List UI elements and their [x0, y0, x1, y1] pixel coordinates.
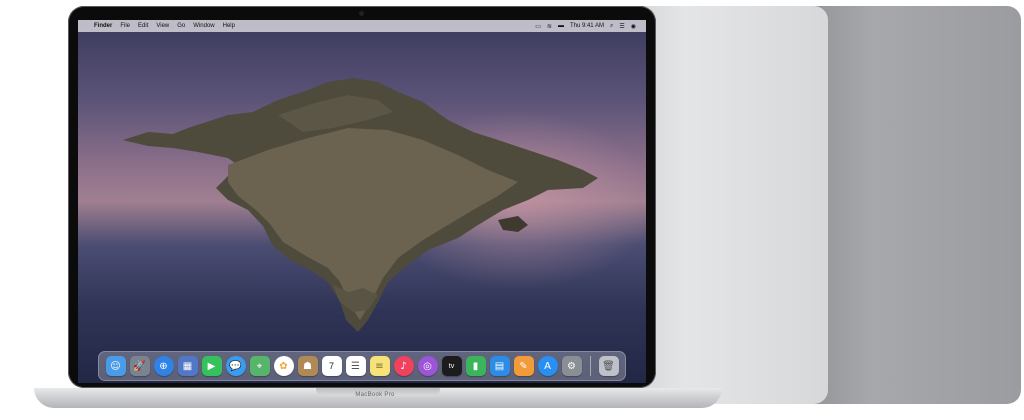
calendar-day: 7 — [328, 361, 334, 371]
music-note-icon[interactable]: ♪ — [393, 356, 414, 376]
search-icon[interactable]: ⌕ — [610, 23, 613, 30]
calendar-icon[interactable]: 7 — [321, 356, 342, 376]
gear-icon[interactable]: ⚙ — [561, 356, 582, 376]
menu-help[interactable]: Help — [223, 23, 235, 29]
rocket-icon[interactable]: 🚀 — [129, 356, 150, 376]
display-bezel: Finder File Edit View Go Window Help ▭ ≋… — [68, 6, 656, 388]
menu-view[interactable]: View — [156, 23, 169, 29]
desktop-screen[interactable]: Finder File Edit View Go Window Help ▭ ≋… — [78, 20, 646, 383]
catalina-island-wallpaper — [123, 78, 598, 332]
message-bubble-icon[interactable]: 💬 — [225, 356, 246, 376]
pen-icon[interactable]: ✎ — [513, 356, 534, 376]
wifi-icon[interactable]: ≋ — [547, 23, 552, 30]
tv-label: tv — [448, 362, 455, 370]
airplay-icon[interactable]: ▭ — [535, 23, 541, 30]
trash-icon[interactable]: 🗑 — [598, 356, 619, 376]
menu-file[interactable]: File — [120, 23, 130, 29]
dock: ☺ 🚀 ⊕ ▦ ▶ 💬 ⌖ ✿ ☗ 7 ☰ ≡ ♪ ◎ tv ▮ ▤ ✎ A ⚙… — [98, 351, 626, 381]
bar-chart-icon[interactable]: ▮ — [465, 356, 486, 376]
finder-icon[interactable]: ☺ — [105, 356, 126, 376]
menu-go[interactable]: Go — [177, 23, 185, 29]
app-store-icon[interactable]: A — [537, 356, 558, 376]
note-icon[interactable]: ≡ — [369, 356, 390, 376]
photo-icon[interactable]: ▦ — [177, 356, 198, 376]
podcast-icon[interactable]: ◎ — [417, 356, 438, 376]
laptop-base — [34, 388, 722, 408]
model-name: MacBook Pro — [355, 392, 395, 398]
battery-icon[interactable]: ▬ — [558, 23, 564, 29]
keynote-icon[interactable]: ▤ — [489, 356, 510, 376]
compass-icon[interactable]: ⊕ — [153, 356, 174, 376]
siri-icon[interactable]: ◉ — [631, 23, 636, 30]
menu-edit[interactable]: Edit — [138, 23, 148, 29]
tv-icon[interactable]: tv — [441, 356, 462, 376]
camera-icon — [359, 11, 364, 16]
contacts-book-icon[interactable]: ☗ — [297, 356, 318, 376]
map-icon[interactable]: ⌖ — [249, 356, 270, 376]
flower-icon[interactable]: ✿ — [273, 356, 294, 376]
checklist-icon[interactable]: ☰ — [345, 356, 366, 376]
video-camera-icon[interactable]: ▶ — [201, 356, 222, 376]
menu-window[interactable]: Window — [193, 23, 214, 29]
dock-separator — [589, 356, 591, 376]
control-center-icon[interactable]: ☰ — [619, 23, 624, 30]
menu-bar: Finder File Edit View Go Window Help ▭ ≋… — [78, 20, 646, 32]
menu-finder[interactable]: Finder — [94, 23, 112, 29]
status-menus: ▭ ≋ ▬ Thu 9:41 AM ⌕ ☰ ◉ — [535, 23, 646, 30]
clock[interactable]: Thu 9:41 AM — [570, 23, 604, 29]
